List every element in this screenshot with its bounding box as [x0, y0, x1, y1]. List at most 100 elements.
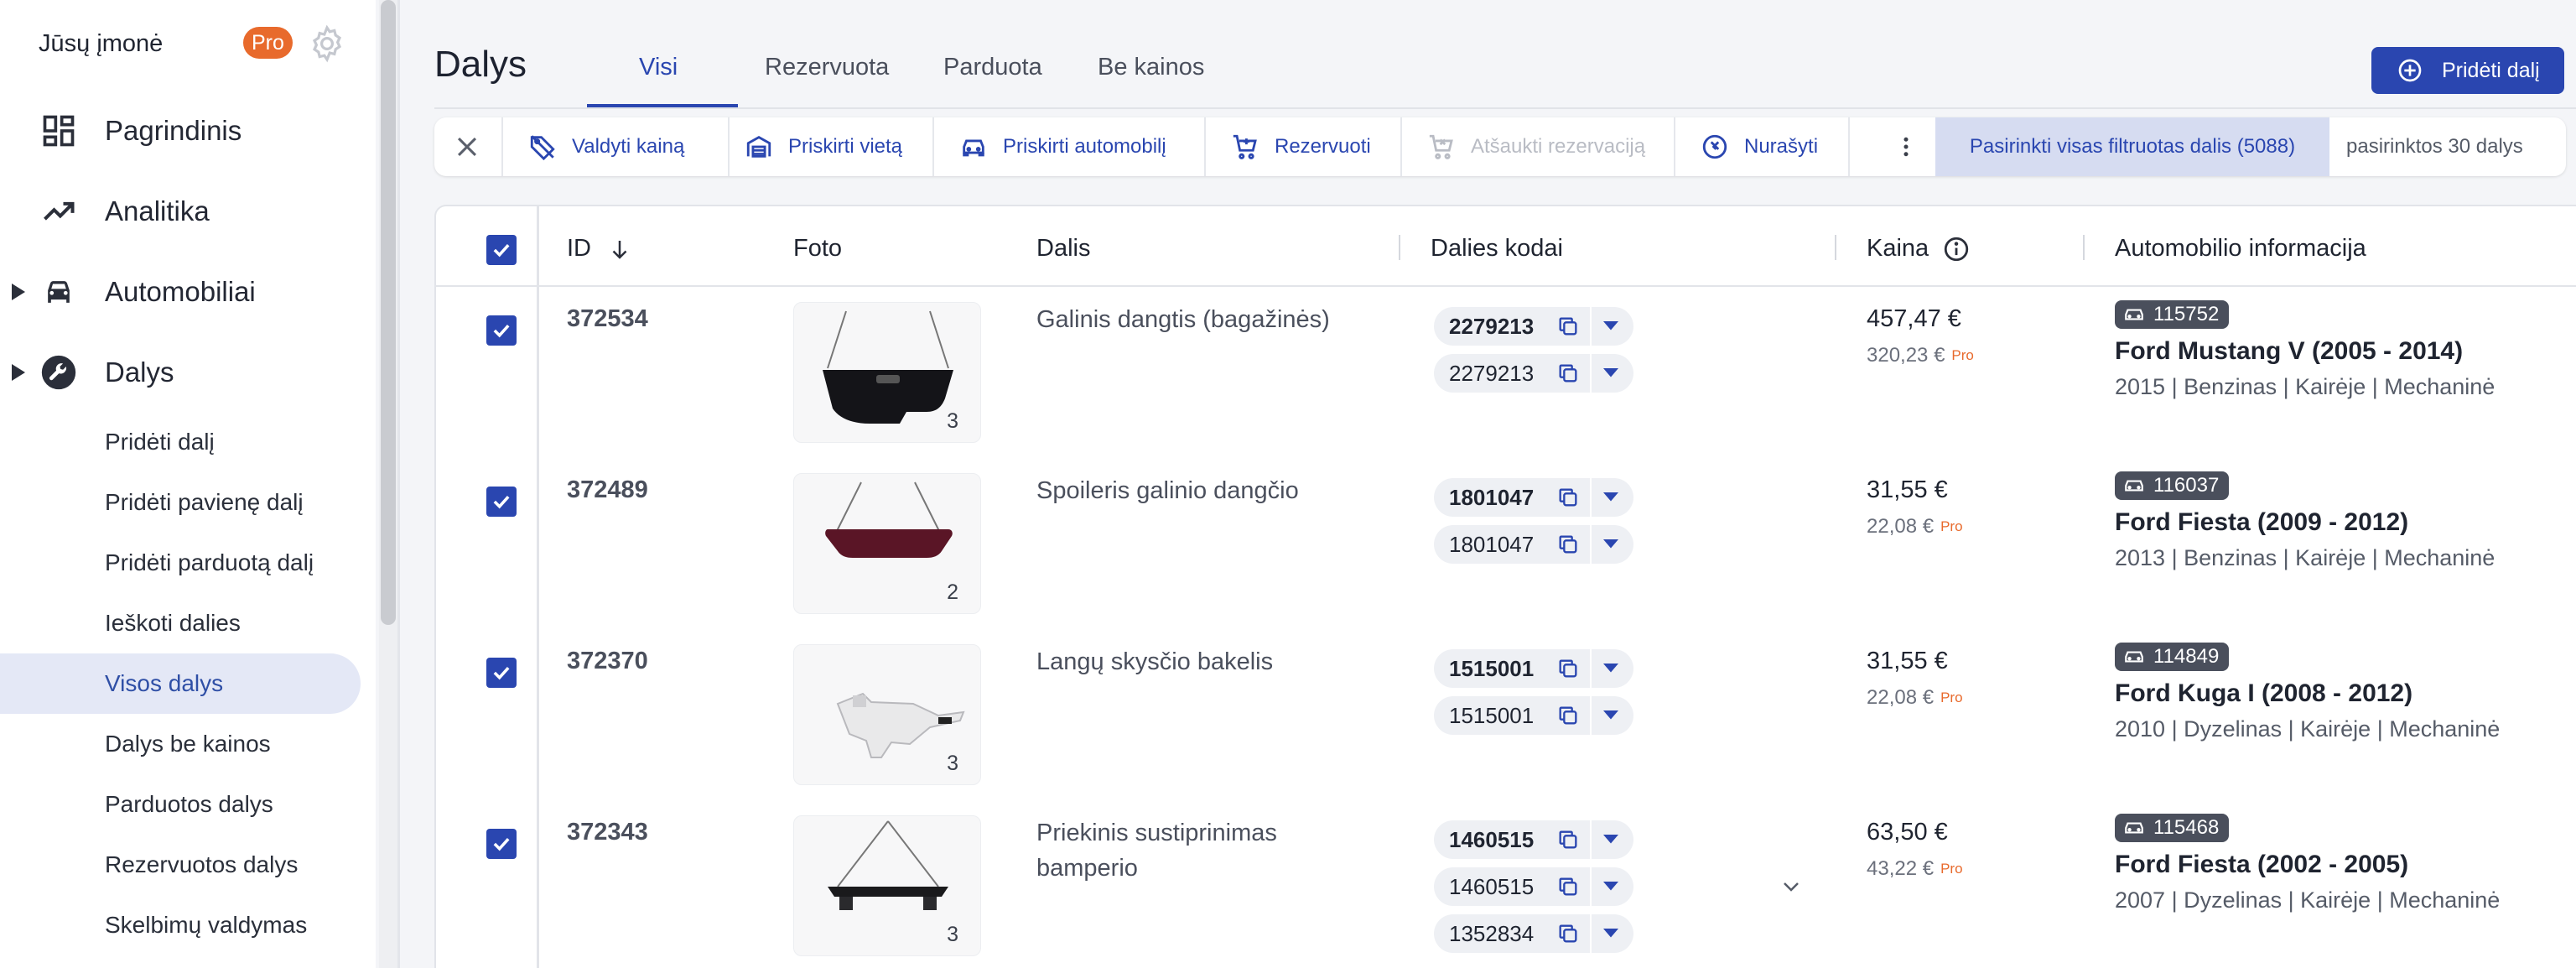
row-checkbox[interactable]: [486, 658, 517, 688]
price[interactable]: 63,50 €: [1867, 819, 1948, 846]
nav-sub-visos-dalys[interactable]: Visos dalys: [0, 653, 361, 714]
manage-price-button[interactable]: Valdyti kainą: [528, 117, 684, 176]
part-code-chip[interactable]: 2279213: [1434, 307, 1633, 346]
nav-sub-rezervuotos-dalys[interactable]: Rezervuotos dalys: [0, 835, 361, 895]
part-name[interactable]: Galinis dangtis (bagažinės): [1036, 302, 1355, 337]
dropdown-arrow-icon[interactable]: [1603, 663, 1618, 674]
info-icon[interactable]: [1942, 235, 1971, 263]
add-part-button[interactable]: Pridėti dalį: [2371, 47, 2564, 94]
close-icon[interactable]: [453, 133, 481, 161]
part-code-chip[interactable]: 1515001: [1434, 696, 1633, 735]
copy-icon[interactable]: [1556, 828, 1580, 851]
part-code-chip[interactable]: 1515001: [1434, 649, 1633, 688]
dropdown-arrow-icon[interactable]: [1603, 320, 1618, 332]
part-code-chip[interactable]: 2279213: [1434, 354, 1633, 393]
column-header-id[interactable]: ID: [567, 235, 591, 263]
part-id[interactable]: 372370: [567, 648, 648, 675]
part-photo[interactable]: 2: [793, 473, 981, 614]
tab-be-kainos[interactable]: Be kainos: [1098, 54, 1204, 81]
car-id-tag[interactable]: 115468: [2115, 814, 2230, 842]
copy-icon[interactable]: [1556, 657, 1580, 680]
part-photo[interactable]: 3: [793, 302, 981, 443]
nav-item-automobiliai[interactable]: Automobiliai: [0, 262, 376, 322]
table-row[interactable]: 372534 3 Galinis dangtis (bagažinės) 227…: [436, 287, 2576, 458]
nav-sub-prideti-paviene-dali[interactable]: Pridėti pavienę dalį: [0, 472, 361, 533]
sidebar-scrollbar-thumb[interactable]: [381, 0, 396, 625]
car-id-tag[interactable]: 114849: [2115, 643, 2230, 671]
table-row[interactable]: 372489 2 Spoileris galinio dangčio 18010…: [436, 458, 2576, 629]
car-name[interactable]: Ford Mustang V (2005 - 2014): [2115, 337, 2463, 366]
nav-sub-skelbimu-valdymas[interactable]: Skelbimų valdymas: [0, 895, 361, 955]
part-id[interactable]: 372343: [567, 819, 648, 846]
price-pro-value: 22,08 €: [1867, 515, 1935, 538]
car-id-tag[interactable]: 115752: [2115, 300, 2230, 329]
copy-icon[interactable]: [1556, 875, 1580, 898]
sort-arrow-down-icon[interactable]: [607, 237, 632, 262]
copy-icon[interactable]: [1556, 704, 1580, 727]
dropdown-arrow-icon[interactable]: [1603, 367, 1618, 379]
copy-icon[interactable]: [1556, 315, 1580, 338]
dropdown-arrow-icon[interactable]: [1603, 710, 1618, 721]
company-name[interactable]: Jūsų įmonė: [39, 29, 163, 59]
tab-parduota[interactable]: Parduota: [943, 54, 1042, 81]
expand-codes-chevron-icon[interactable]: [1781, 879, 1801, 894]
part-id[interactable]: 372489: [567, 476, 648, 504]
write-off-button[interactable]: Nurašyti: [1701, 117, 1818, 176]
select-all-filtered-button[interactable]: Pasirinkti visas filtruotas dalis (5088): [1935, 117, 2329, 176]
row-checkbox[interactable]: [486, 487, 517, 517]
reserve-button[interactable]: Rezervuoti: [1231, 117, 1371, 176]
row-checkbox[interactable]: [486, 829, 517, 859]
part-photo[interactable]: 3: [793, 815, 981, 956]
column-header-codes[interactable]: Dalies kodai: [1431, 235, 1563, 263]
copy-icon[interactable]: [1556, 362, 1580, 385]
copy-icon[interactable]: [1556, 533, 1580, 556]
cancel-reservation-button[interactable]: Atšaukti rezervaciją: [1427, 117, 1645, 176]
assign-location-button[interactable]: Priskirti vietą: [745, 117, 902, 176]
car-name[interactable]: Ford Kuga I (2008 - 2012): [2115, 679, 2412, 708]
nav-sub-label: Rezervuotos dalys: [105, 851, 299, 877]
dropdown-arrow-icon[interactable]: [1603, 928, 1618, 939]
nav-sub-ieskoti-dalies[interactable]: Ieškoti dalies: [0, 593, 361, 653]
car-id-tag[interactable]: 116037: [2115, 471, 2230, 500]
nav-item-pagrindinis[interactable]: Pagrindinis: [0, 101, 376, 161]
dropdown-arrow-icon[interactable]: [1603, 539, 1618, 550]
nav-item-dalys[interactable]: Dalys: [0, 342, 376, 403]
price[interactable]: 457,47 €: [1867, 305, 1961, 333]
more-vertical-icon[interactable]: [1893, 133, 1919, 161]
table-row[interactable]: 372370 3 Langų skysčio bakelis 1515001 1…: [436, 629, 2576, 800]
part-code-chip[interactable]: 1460515: [1434, 820, 1633, 859]
select-all-checkbox[interactable]: [486, 235, 517, 265]
settings-gear-icon[interactable]: [307, 23, 347, 64]
nav-sub-prideti-dali[interactable]: Pridėti dalį: [0, 412, 361, 472]
part-name[interactable]: Langų skysčio bakelis: [1036, 644, 1355, 679]
price[interactable]: 31,55 €: [1867, 648, 1948, 675]
table-row[interactable]: 372343 3 Priekinis sustiprinimas bamperi…: [436, 800, 2576, 968]
tab-rezervuota[interactable]: Rezervuota: [765, 54, 889, 81]
part-photo[interactable]: 3: [793, 644, 981, 785]
column-header-part[interactable]: Dalis: [1036, 235, 1090, 263]
row-checkbox[interactable]: [486, 315, 517, 346]
price[interactable]: 31,55 €: [1867, 476, 1948, 504]
copy-icon[interactable]: [1556, 486, 1580, 509]
nav-sub-parduotos-dalys[interactable]: Parduotos dalys: [0, 774, 361, 835]
nav-sub-dalys-be-kainos[interactable]: Dalys be kainos: [0, 714, 361, 774]
car-name[interactable]: Ford Fiesta (2009 - 2012): [2115, 508, 2408, 537]
part-code-chip[interactable]: 1352834: [1434, 914, 1633, 953]
dropdown-arrow-icon[interactable]: [1603, 834, 1618, 846]
dropdown-arrow-icon[interactable]: [1603, 881, 1618, 893]
nav-sub-prideti-parduota-dali[interactable]: Pridėti parduotą dalį: [0, 533, 361, 593]
tab-visi[interactable]: Visi: [639, 54, 678, 81]
part-code: 1801047: [1449, 531, 1535, 557]
part-name[interactable]: Spoileris galinio dangčio: [1036, 473, 1355, 508]
part-id[interactable]: 372534: [567, 305, 648, 333]
part-code-chip[interactable]: 1801047: [1434, 525, 1633, 564]
column-header-price[interactable]: Kaina: [1867, 235, 1929, 263]
assign-car-button[interactable]: Priskirti automobilį: [959, 117, 1166, 176]
part-name[interactable]: Priekinis sustiprinimas bamperio: [1036, 815, 1355, 886]
part-code-chip[interactable]: 1460515: [1434, 867, 1633, 906]
nav-item-analitika[interactable]: Analitika: [0, 181, 376, 242]
copy-icon[interactable]: [1556, 922, 1580, 945]
part-code-chip[interactable]: 1801047: [1434, 478, 1633, 517]
dropdown-arrow-icon[interactable]: [1603, 492, 1618, 503]
car-name[interactable]: Ford Fiesta (2002 - 2005): [2115, 851, 2408, 879]
